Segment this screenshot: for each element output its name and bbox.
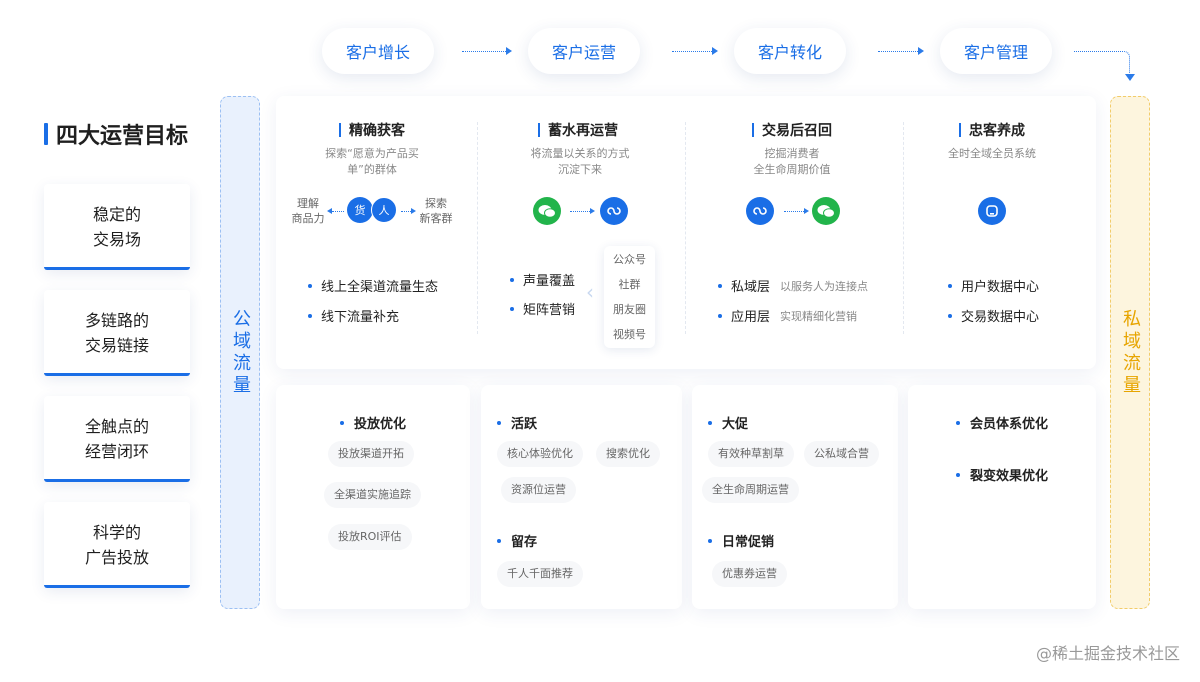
flow-step-operation: 客户运营 [528, 28, 640, 74]
divider [477, 122, 478, 334]
arrow-left-icon [327, 208, 344, 214]
arrow-down-icon [1125, 74, 1135, 81]
flow-arrow [462, 47, 512, 55]
card-title: 活跃 [497, 413, 537, 432]
tag: 公私域合营 [804, 441, 879, 467]
divider [903, 122, 904, 334]
list-item: 应用层 实现精细化营销 [718, 306, 857, 325]
list-item: 线上全渠道流量生态 [308, 276, 438, 295]
stage-title: 忠客养成 [959, 120, 1025, 140]
channel-item: 社群 [618, 278, 641, 291]
tag: 搜索优化 [596, 441, 660, 467]
flow-arrow-down [1074, 51, 1130, 73]
list-item: 声量覆盖 [510, 270, 575, 289]
tag: 全生命周期运营 [702, 477, 799, 503]
stage-desc: 全时全域全员系统 [948, 147, 1036, 160]
stage-desc: 挖掘消费者 全生命周期价值 [753, 147, 831, 176]
goods-circle: 货 [347, 197, 373, 223]
list-item: 私域层 以服务人为连接点 [718, 276, 868, 295]
arrow-right-icon [401, 208, 416, 214]
goal-card: 多链路的 交易链接 [44, 290, 190, 376]
mini-program-icon [746, 197, 774, 225]
flow-step-conversion: 客户转化 [734, 28, 846, 74]
mini-program-icon [600, 197, 628, 225]
tag: 资源位运营 [501, 477, 576, 503]
explore-customer-label: 探索 新客群 [419, 197, 453, 225]
flow-step-management: 客户管理 [940, 28, 1052, 74]
arrow-right-icon [570, 208, 595, 214]
wechat-icon [812, 197, 840, 225]
channel-item: 朋友圈 [613, 303, 646, 316]
list-item: 矩阵营销 [510, 299, 575, 318]
watermark: @稀土掘金技术社区 [1035, 644, 1180, 663]
tag: 投放ROI评估 [328, 524, 412, 550]
channel-item: 公众号 [613, 253, 646, 266]
goals-title: 四大运营目标 [44, 118, 188, 150]
card-title: 留存 [497, 531, 537, 550]
card-title: 日常促销 [708, 531, 774, 550]
tag: 核心体验优化 [497, 441, 583, 467]
tag: 优惠券运营 [712, 561, 787, 587]
stage-title: 交易后召回 [752, 120, 832, 140]
list-item: 交易数据中心 [948, 306, 1039, 325]
goal-card: 稳定的 交易场 [44, 184, 190, 270]
goal-card: 全触点的 经营闭环 [44, 396, 190, 482]
card-title: 裂变效果优化 [956, 465, 1048, 484]
goal-card: 科学的 广告投放 [44, 502, 190, 588]
private-traffic-column: 私域流量 [1110, 96, 1150, 609]
stage-title: 精确获客 [339, 120, 405, 140]
card-title: 大促 [708, 413, 748, 432]
card-title: 投放优化 [340, 413, 406, 432]
arrow-right-icon [784, 208, 809, 214]
wechat-icon [533, 197, 561, 225]
list-item: 用户数据中心 [948, 276, 1039, 295]
flow-arrow [672, 47, 718, 55]
app-icon [978, 197, 1006, 225]
tag: 有效种草割草 [708, 441, 794, 467]
stage-desc: 将流量以关系的方式 沉淀下来 [530, 147, 630, 176]
stage-desc: 探索“愿意为产品买 单”的群体 [325, 147, 419, 176]
flow-step-growth: 客户增长 [322, 28, 434, 74]
chevron-left-icon: ‹ [586, 280, 594, 304]
tag: 千人千面推荐 [497, 561, 583, 587]
flow-arrow [878, 47, 924, 55]
channel-list: 公众号 社群 朋友圈 视频号 [604, 246, 655, 348]
list-item: 线下流量补充 [308, 306, 399, 325]
divider [685, 122, 686, 334]
tag: 投放渠道开拓 [328, 441, 414, 467]
public-traffic-column: 公域流量 [220, 96, 260, 609]
channel-item: 视频号 [613, 328, 646, 341]
people-circle: 人 [371, 197, 397, 223]
understand-product-label: 理解 商品力 [291, 197, 325, 225]
tag: 全渠道实施追踪 [324, 482, 421, 508]
stage-title: 蓄水再运营 [538, 120, 618, 140]
card-title: 会员体系优化 [956, 413, 1048, 432]
